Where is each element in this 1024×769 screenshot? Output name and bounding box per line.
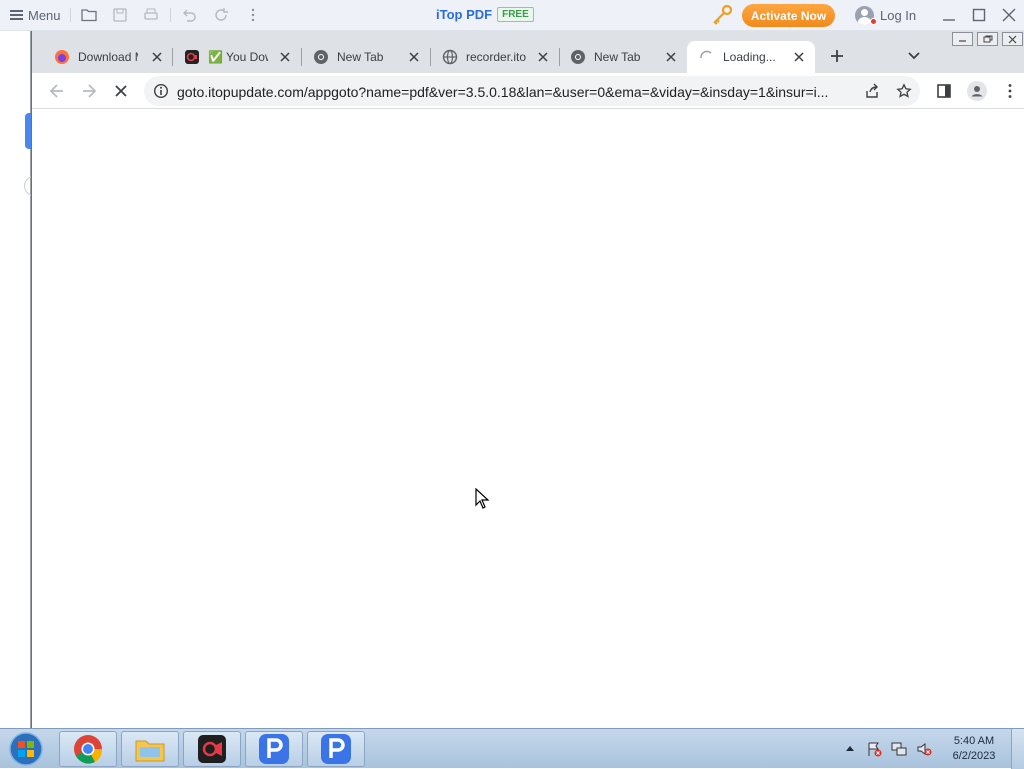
itop-title-bar: Menu iTop PDF FREE Activate Now Log In [0, 0, 1024, 31]
menu-label: Menu [28, 7, 61, 23]
clock-time: 5:40 AM [953, 735, 995, 747]
globe-icon [442, 49, 458, 65]
mouse-cursor-icon [475, 488, 489, 509]
print-icon[interactable] [143, 7, 159, 23]
clock-date: 6/2/2023 [952, 750, 996, 762]
chrome-icon [74, 735, 103, 764]
forward-arrow-icon[interactable] [80, 82, 98, 100]
activate-now-button[interactable]: Activate Now [742, 4, 835, 27]
chrome-icon [571, 50, 585, 64]
taskbar-chrome[interactable] [59, 731, 117, 767]
notification-dot [870, 18, 877, 25]
bookmark-star-icon[interactable] [896, 83, 912, 99]
tab-you-down[interactable]: ✅ You Down [184, 41, 300, 73]
app-title-text: iTop PDF [436, 7, 493, 22]
menu-button[interactable]: Menu [10, 6, 61, 24]
stop-loading-icon[interactable] [112, 82, 130, 100]
tab-title: Loading... [723, 50, 776, 64]
windows-taskbar: 5:40 AM 6/2/2023 [0, 728, 1024, 769]
chrome-icon [314, 50, 328, 64]
show-desktop-button[interactable] [1011, 729, 1024, 769]
tab-new-tab-2[interactable]: New Tab [570, 41, 686, 73]
tab-loading-active[interactable]: Loading... [687, 41, 815, 73]
tab-search-chevron-icon[interactable] [906, 49, 922, 63]
tab-close-icon[interactable] [536, 50, 550, 64]
redo-icon[interactable] [214, 7, 230, 23]
tab-close-icon[interactable] [792, 50, 806, 64]
tab-strip: Download M ✅ You Down New Tab recorder.i… [32, 31, 1024, 73]
site-info-icon[interactable] [153, 83, 169, 99]
taskbar-itop-pdf-2[interactable] [307, 731, 365, 767]
new-tab-plus-icon[interactable] [828, 47, 846, 65]
tab-close-icon[interactable] [278, 50, 292, 64]
side-panel-icon[interactable] [935, 82, 953, 100]
tab-close-icon[interactable] [664, 50, 678, 64]
hamburger-icon [10, 10, 23, 20]
taskbar-file-explorer[interactable] [121, 731, 179, 767]
tab-download[interactable]: Download M [54, 41, 172, 73]
log-in-button[interactable]: Log In [855, 5, 916, 25]
chrome-restore-icon[interactable] [977, 32, 998, 46]
loading-spinner-icon [700, 50, 712, 59]
tab-close-icon[interactable] [407, 50, 421, 64]
page-content [32, 109, 1024, 728]
taskbar-itop-pdf-1[interactable] [245, 731, 303, 767]
start-button-icon[interactable] [6, 731, 46, 767]
key-icon[interactable] [711, 4, 733, 26]
chrome-close-icon[interactable] [1002, 32, 1023, 46]
tab-close-icon[interactable] [150, 50, 164, 64]
recorder-icon [185, 50, 199, 64]
tab-new-tab-1[interactable]: New Tab [313, 41, 429, 73]
save-icon[interactable] [112, 7, 128, 23]
more-vert-icon[interactable] [245, 7, 261, 23]
share-icon[interactable] [864, 83, 880, 99]
browser-toolbar: goto.itopupdate.com/appgoto?name=pdf&ver… [32, 73, 1024, 109]
profile-icon[interactable] [967, 81, 987, 101]
chrome-minimize-icon[interactable] [952, 32, 973, 46]
tab-title: New Tab [337, 50, 384, 64]
url-text[interactable]: goto.itopupdate.com/appgoto?name=pdf&ver… [177, 84, 857, 100]
tab-title: ✅ You Down [208, 50, 268, 64]
system-clock[interactable]: 5:40 AM 6/2/2023 [944, 734, 1004, 764]
tab-title: Download M [78, 50, 138, 64]
open-folder-icon[interactable] [81, 7, 97, 23]
tab-recorder[interactable]: recorder.itop [442, 41, 558, 73]
itop-pdf-icon [259, 734, 289, 764]
show-hidden-icons-icon[interactable] [845, 744, 855, 752]
back-arrow-icon[interactable] [48, 82, 66, 100]
minimize-icon[interactable] [940, 6, 958, 24]
firefox-icon [55, 50, 69, 64]
chrome-window: Download M ✅ You Down New Tab recorder.i… [31, 31, 1024, 728]
chrome-menu-icon[interactable] [1001, 82, 1019, 100]
free-badge: FREE [497, 7, 534, 22]
close-icon[interactable] [1000, 6, 1018, 24]
file-explorer-icon [135, 740, 165, 762]
taskbar-screen-recorder[interactable] [183, 731, 241, 767]
volume-muted-icon[interactable] [916, 741, 932, 757]
itop-pdf-icon [321, 734, 351, 764]
window-controls [952, 32, 1023, 46]
screen-recorder-icon [198, 735, 226, 763]
network-icon[interactable] [891, 741, 907, 757]
log-in-label: Log In [880, 7, 917, 23]
action-center-flag-icon[interactable] [866, 741, 882, 757]
maximize-icon[interactable] [970, 6, 988, 24]
app-title: iTop PDF FREE [436, 7, 534, 22]
tab-title: New Tab [594, 50, 641, 64]
tab-title: recorder.itop [466, 50, 526, 64]
undo-icon[interactable] [181, 7, 197, 23]
address-bar[interactable]: goto.itopupdate.com/appgoto?name=pdf&ver… [144, 76, 920, 106]
